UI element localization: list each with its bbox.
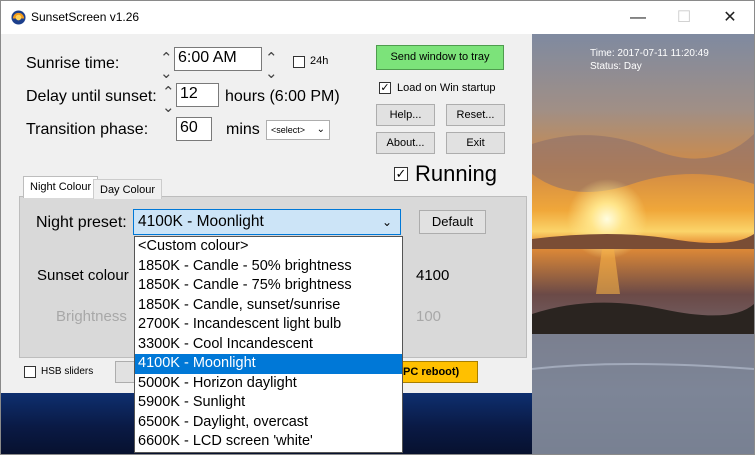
minimize-button[interactable]: — <box>615 1 661 34</box>
dropdown-option[interactable]: 1850K - Candle - 75% brightness <box>135 276 402 296</box>
status-time: Time: 2017-07-11 11:20:49 <box>590 48 709 59</box>
chevron-down-icon: ⌄ <box>381 215 392 229</box>
transition-phase-label: Transition phase: <box>26 121 149 138</box>
24h-label: 24h <box>310 55 329 67</box>
running-checkbox[interactable]: ✓ <box>394 167 408 181</box>
sunrise-minute-spinner[interactable]: ⌃ ⌄ <box>265 51 278 81</box>
hsb-sliders-label: HSB sliders <box>41 366 94 377</box>
dropdown-option[interactable]: 5000K - Horizon daylight <box>135 374 402 394</box>
dropdown-option[interactable]: 6600K - LCD screen 'white' <box>135 432 402 452</box>
close-button[interactable]: ✕ <box>707 1 753 34</box>
status-state: Status: Day <box>590 61 642 72</box>
maximize-button[interactable]: ☐ <box>661 1 707 34</box>
dropdown-option[interactable]: 1850K - Candle, sunset/sunrise <box>135 296 402 316</box>
load-on-startup-label: Load on Win startup <box>397 82 496 94</box>
night-preset-label: Night preset: <box>36 214 127 231</box>
brightness-label: Brightness <box>56 308 127 325</box>
sunrise-hour-spinner[interactable]: ⌃ ⌄ <box>160 51 173 81</box>
transition-units-label: mins <box>226 121 260 138</box>
dropdown-option[interactable]: 4100K - Moonlight <box>135 354 402 374</box>
running-label: Running <box>415 161 497 186</box>
about-button[interactable]: About... <box>376 132 435 154</box>
delay-units-label: hours (6:00 PM) <box>225 88 340 105</box>
hsb-sliders-checkbox[interactable] <box>24 366 36 378</box>
dropdown-option[interactable]: 5900K - Sunlight <box>135 393 402 413</box>
dropdown-option[interactable]: 2700K - Incandescent light bulb <box>135 315 402 335</box>
partial-button[interactable] <box>115 361 135 383</box>
transition-select[interactable]: <select> ⌄ <box>266 120 330 140</box>
dropdown-option[interactable]: 3300K - Cool Incandescent <box>135 335 402 355</box>
brightness-value: 100 <box>416 308 442 325</box>
app-window: SunsetScreen v1.26 — ☐ ✕ Time: 2017-07-1… <box>0 0 755 455</box>
pc-reboot-button[interactable]: PC reboot) <box>400 361 478 383</box>
tab-day-colour[interactable]: Day Colour <box>93 179 163 199</box>
exit-button[interactable]: Exit <box>446 132 505 154</box>
transition-minutes-input[interactable]: 60 <box>176 117 212 141</box>
dropdown-option[interactable]: 6500K - Daylight, overcast <box>135 413 402 433</box>
night-preset-select[interactable]: 4100K - Moonlight ⌄ <box>133 209 401 235</box>
tab-night-colour[interactable]: Night Colour <box>23 176 99 198</box>
dropdown-option[interactable]: 1850K - Candle - 50% brightness <box>135 257 402 277</box>
24h-checkbox[interactable] <box>293 56 305 68</box>
default-button[interactable]: Default <box>419 210 486 234</box>
sunrise-time-input[interactable]: 6:00 AM <box>174 47 262 71</box>
delay-until-sunset-label: Delay until sunset: <box>26 88 157 105</box>
title-bar: SunsetScreen v1.26 — ☐ ✕ <box>1 1 754 34</box>
load-on-startup-checkbox[interactable]: ✓ <box>379 82 391 94</box>
delay-hours-input[interactable]: 12 <box>176 83 219 107</box>
chevron-down-icon: ⌄ <box>316 124 325 135</box>
dropdown-option[interactable]: <Custom colour> <box>135 237 402 257</box>
send-to-tray-button[interactable]: Send window to tray <box>376 45 504 70</box>
help-button[interactable]: Help... <box>376 104 435 126</box>
night-preset-dropdown-list: <Custom colour> 1850K - Candle - 50% brig… <box>134 236 403 453</box>
sunset-photo <box>532 34 754 454</box>
sunset-colour-value: 4100 <box>416 267 450 284</box>
sunrise-time-label: Sunrise time: <box>26 55 120 72</box>
reset-button[interactable]: Reset... <box>446 104 505 126</box>
sunset-colour-label: Sunset colour <box>37 267 129 284</box>
window-title: SunsetScreen v1.26 <box>31 10 140 24</box>
transition-select-value: <select> <box>271 125 306 135</box>
sunsetscreen-app-icon <box>11 10 26 25</box>
delay-spinner[interactable]: ⌃ ⌄ <box>162 85 175 115</box>
night-preset-value: 4100K - Moonlight <box>138 213 264 230</box>
